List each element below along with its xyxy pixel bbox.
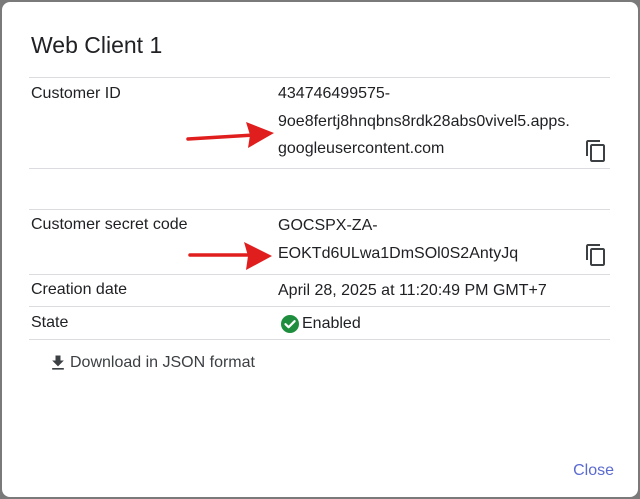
- red-arrow-annotation: [186, 122, 274, 148]
- state-label: State: [31, 314, 69, 331]
- divider: [29, 77, 610, 78]
- red-arrow-annotation: [188, 242, 272, 270]
- creation-date-value: April 28, 2025 at 11:20:49 PM GMT+7: [278, 282, 547, 299]
- dialog-title: Web Client 1: [31, 32, 163, 58]
- divider: [29, 339, 610, 340]
- copy-icon: [586, 244, 605, 266]
- customer-id-value: 434746499575- 9oe8fertj8hnqbns8rdk28abs0…: [278, 80, 570, 163]
- customer-id-label: Customer ID: [31, 85, 121, 102]
- copy-customer-id-button[interactable]: [584, 139, 608, 163]
- status-text: Enabled: [302, 315, 361, 332]
- download-json-label: Download in JSON format: [70, 354, 255, 371]
- creation-date-label: Creation date: [31, 281, 128, 298]
- customer-id-line: 434746499575-: [278, 85, 391, 102]
- secret-label: Customer secret code: [31, 216, 188, 233]
- download-json-button[interactable]: Download in JSON format: [48, 353, 255, 373]
- copy-secret-button[interactable]: [584, 243, 608, 267]
- check-circle-icon: [281, 315, 299, 333]
- secret-value: GOCSPX-ZA- EOKTd6ULwa1DmSOl0S2AntyJq: [278, 212, 518, 267]
- customer-id-line: googleusercontent.com: [278, 140, 445, 157]
- copy-icon: [586, 140, 605, 162]
- status-badge: Enabled: [280, 314, 361, 334]
- client-details-dialog: Web Client 1 Customer ID 434746499575- 9…: [2, 2, 638, 497]
- secret-line: EOKTd6ULwa1DmSOl0S2AntyJq: [278, 244, 519, 262]
- download-icon: [52, 355, 64, 370]
- secret-line: GOCSPX-ZA-: [278, 217, 378, 234]
- divider: [29, 306, 610, 307]
- divider: [29, 274, 610, 275]
- close-button[interactable]: Close: [573, 462, 614, 480]
- divider: [29, 209, 610, 210]
- customer-id-line: 9oe8fertj8hnqbns8rdk28abs0vivel5.apps.: [278, 112, 570, 130]
- divider: [29, 168, 610, 169]
